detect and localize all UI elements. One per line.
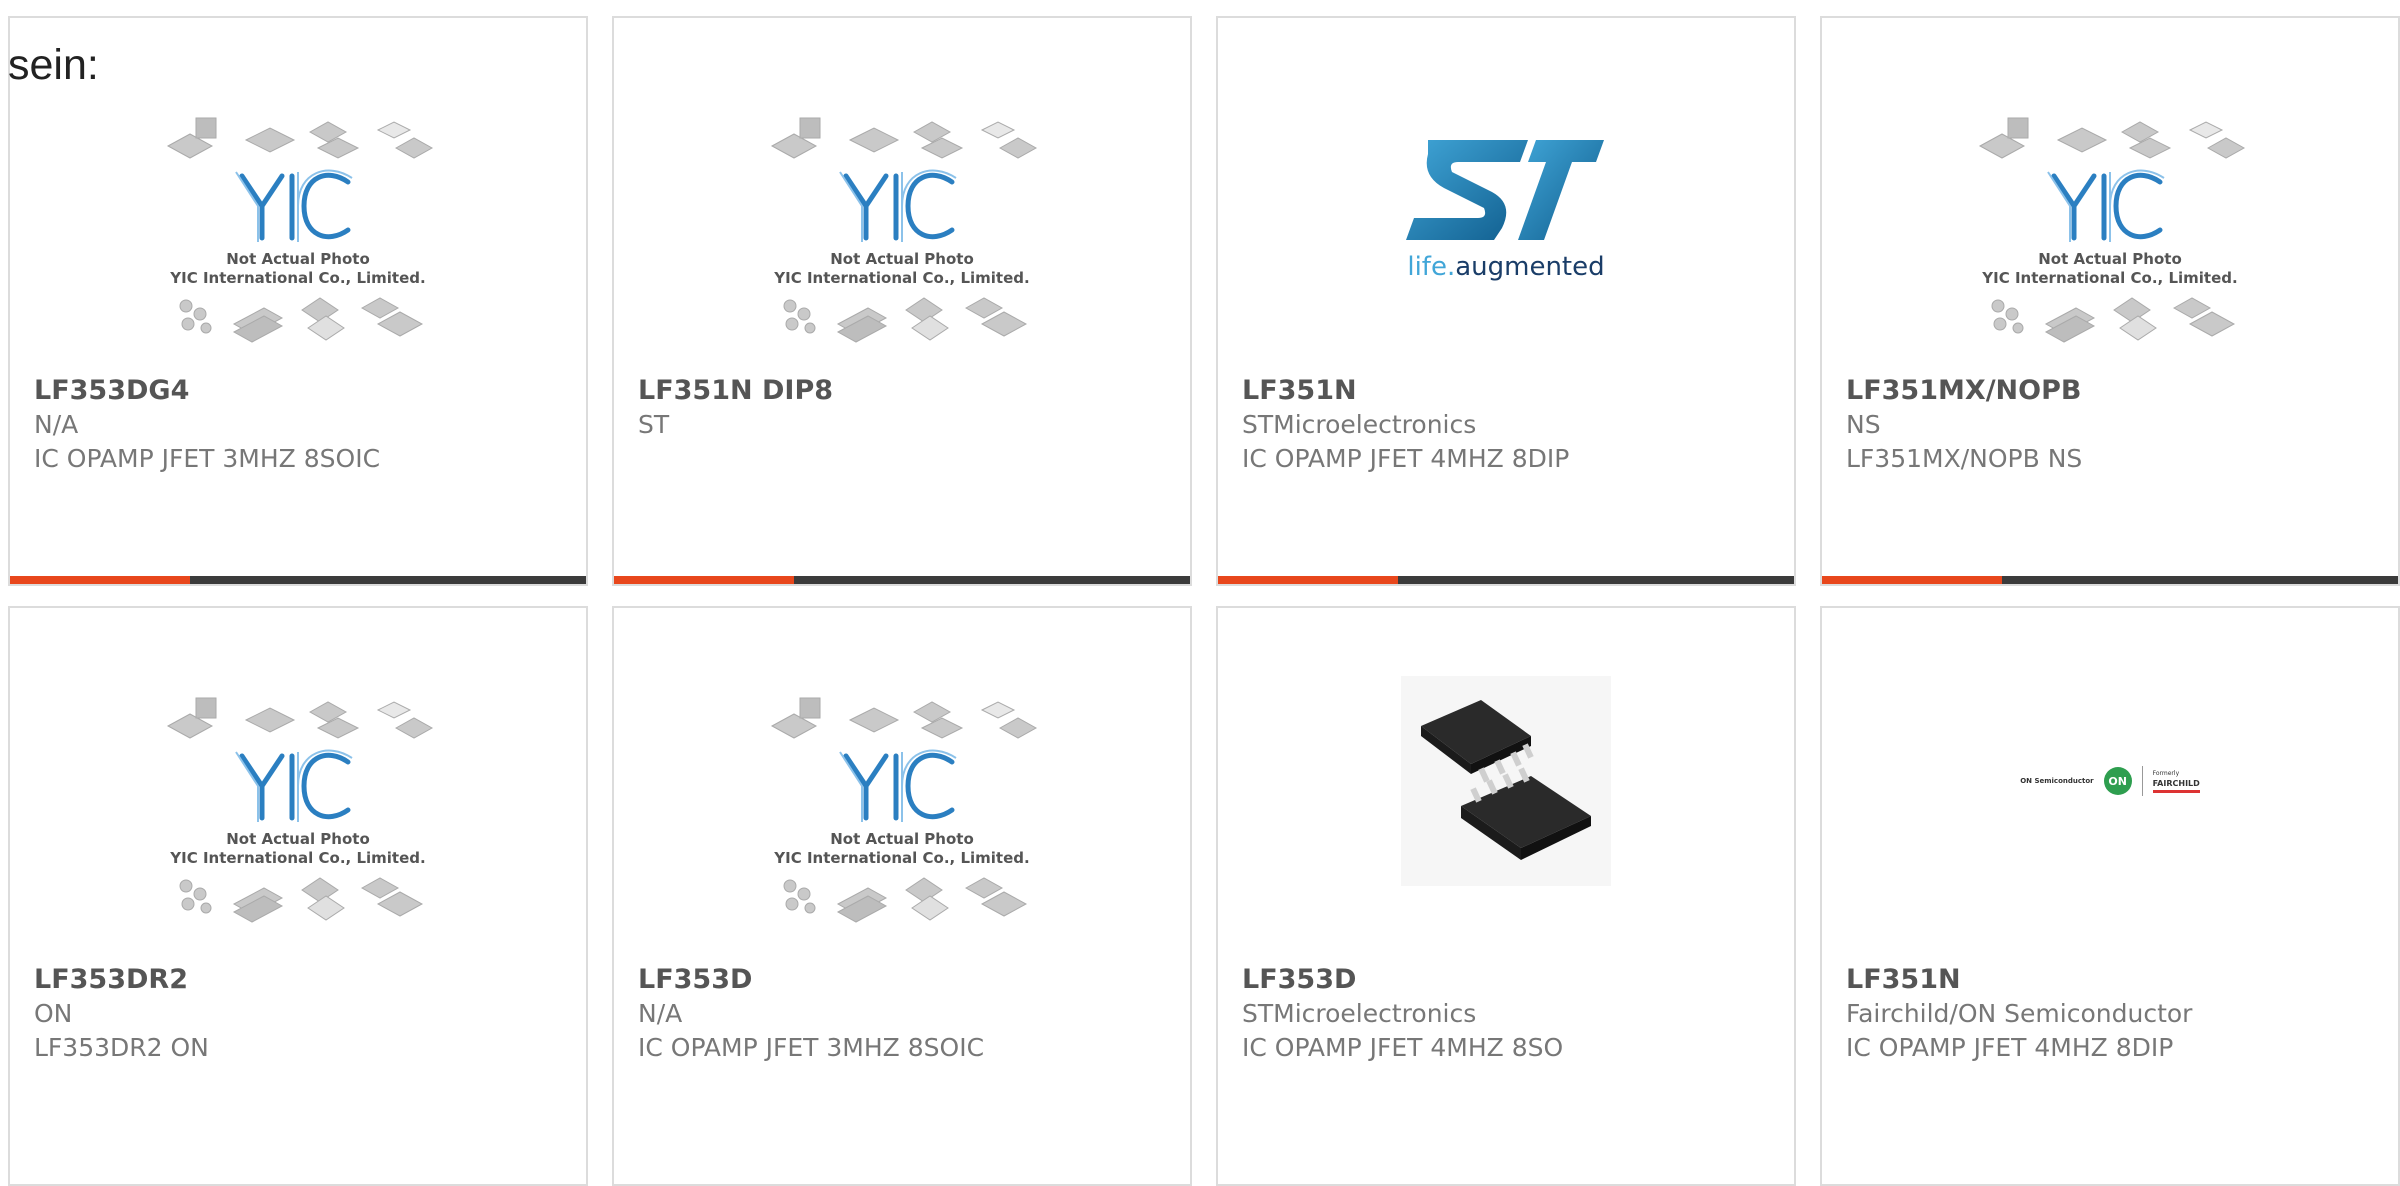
soic-chip-icon	[1421, 700, 1591, 860]
manufacturer-label: STMicroelectronics	[1242, 410, 1477, 439]
product-info: LF351N STMicroelectronics IC OPAMP JFET …	[1242, 374, 1784, 476]
st-tagline-augmented: augmented	[1455, 252, 1605, 282]
st-logo-icon	[1406, 140, 1604, 240]
product-image[interactable]: Not Actual Photo YIC International Co., …	[10, 688, 586, 932]
product-card[interactable]: ON Semiconductor ON Formerly FAIRCHILD L…	[1820, 606, 2400, 1186]
placeholder-caption: Not Actual Photo	[830, 830, 974, 848]
placeholder-image: Not Actual Photo YIC International Co., …	[762, 688, 1042, 932]
part-number-link[interactable]: LF351N	[1846, 963, 2388, 997]
product-card[interactable]: Not Actual Photo YIC International Co., …	[612, 606, 1192, 1186]
manufacturer-label: ST	[638, 410, 670, 439]
description-label: LF351MX/NOPB NS	[1846, 444, 2083, 473]
placeholder-image: Not Actual Photo YIC International Co., …	[158, 688, 438, 932]
manufacturer-label: ON	[34, 999, 73, 1028]
product-image[interactable]: ON Semiconductor ON Formerly FAIRCHILD	[1822, 676, 2398, 886]
card-accent-fill	[614, 576, 794, 584]
product-image[interactable]: Not Actual Photo YIC International Co., …	[614, 688, 1190, 932]
product-image[interactable]: Not Actual Photo YIC International Co., …	[614, 108, 1190, 352]
product-info: LF351N DIP8 ST	[638, 374, 1180, 442]
product-photo	[1401, 676, 1611, 886]
placeholder-company: YIC International Co., Limited.	[774, 849, 1030, 867]
section-heading: sein:	[8, 41, 99, 89]
placeholder-company: YIC International Co., Limited.	[170, 269, 426, 287]
card-accent-fill	[1218, 576, 1398, 584]
manufacturer-label: N/A	[34, 410, 79, 439]
placeholder-company: YIC International Co., Limited.	[774, 269, 1030, 287]
product-card[interactable]: life.augmented LF351N STMicroelectronics…	[1216, 16, 1796, 586]
placeholder-company: YIC International Co., Limited.	[1982, 269, 2238, 287]
yic-logo-icon	[1970, 108, 2250, 352]
placeholder-caption: Not Actual Photo	[2038, 250, 2182, 268]
yic-logo-icon	[158, 688, 438, 932]
product-info: LF351N Fairchild/ON Semiconductor IC OPA…	[1846, 963, 2388, 1065]
product-image[interactable]	[1218, 676, 1794, 886]
placeholder-image: Not Actual Photo YIC International Co., …	[1970, 108, 2250, 352]
on-logo-icon: ON	[2103, 767, 2132, 795]
card-accent-fill	[10, 576, 190, 584]
product-card[interactable]: Not Actual Photo YIC International Co., …	[8, 606, 588, 1186]
yic-logo-icon	[762, 108, 1042, 352]
part-number-link[interactable]: LF353DR2	[34, 963, 576, 997]
on-fairchild-logo: ON Semiconductor ON Formerly FAIRCHILD	[2020, 676, 2200, 886]
product-image[interactable]: life.augmented	[1218, 118, 1794, 292]
product-info: LF353DR2 ON LF353DR2 ON	[34, 963, 576, 1065]
product-info: LF353D STMicroelectronics IC OPAMP JFET …	[1242, 963, 1784, 1065]
manufacturer-label: Fairchild/ON Semiconductor	[1846, 999, 2193, 1028]
placeholder-caption: Not Actual Photo	[226, 830, 370, 848]
part-number-link[interactable]: LF353D	[638, 963, 1180, 997]
product-info: LF353DG4 N/A IC OPAMP JFET 3MHZ 8SOIC	[34, 374, 576, 476]
placeholder-image: Not Actual Photo YIC International Co., …	[762, 108, 1042, 352]
card-accent-bar	[614, 576, 1190, 584]
description-label: LF353DR2 ON	[34, 1033, 209, 1062]
description-label: IC OPAMP JFET 3MHZ 8SOIC	[34, 444, 381, 473]
placeholder-company: YIC International Co., Limited.	[170, 849, 426, 867]
placeholder-image: Not Actual Photo YIC International Co., …	[158, 108, 438, 352]
yic-logo-icon	[762, 688, 1042, 932]
product-info: LF351MX/NOPB NS LF351MX/NOPB NS	[1846, 374, 2388, 476]
st-logo: life.augmented	[1396, 132, 1616, 292]
part-number-link[interactable]: LF353DG4	[34, 374, 576, 408]
part-number-link[interactable]: LF351N	[1242, 374, 1784, 408]
product-card[interactable]: LF353D STMicroelectronics IC OPAMP JFET …	[1216, 606, 1796, 1186]
st-tagline-life: life	[1407, 252, 1447, 282]
card-accent-fill	[1822, 576, 2002, 584]
product-card[interactable]: Not Actual Photo YIC International Co., …	[612, 16, 1192, 586]
product-image[interactable]: Not Actual Photo YIC International Co., …	[10, 108, 586, 352]
product-image[interactable]: Not Actual Photo YIC International Co., …	[1822, 108, 2398, 352]
manufacturer-label: N/A	[638, 999, 683, 1028]
part-number-link[interactable]: LF351N DIP8	[638, 374, 1180, 408]
description-label: IC OPAMP JFET 4MHZ 8SO	[1242, 1033, 1564, 1062]
on-brand-text: ON Semiconductor	[2020, 777, 2094, 785]
formerly-label: Formerly	[2152, 770, 2180, 777]
description-label: IC OPAMP JFET 4MHZ 8DIP	[1846, 1033, 2174, 1062]
card-accent-bar	[1822, 576, 2398, 584]
fairchild-label: FAIRCHILD	[2152, 779, 2200, 793]
part-number-link[interactable]: LF353D	[1242, 963, 1784, 997]
yic-logo-icon	[158, 108, 438, 352]
card-accent-bar	[10, 576, 586, 584]
manufacturer-label: NS	[1846, 410, 1881, 439]
manufacturer-label: STMicroelectronics	[1242, 999, 1477, 1028]
description-label: IC OPAMP JFET 4MHZ 8DIP	[1242, 444, 1570, 473]
placeholder-caption: Not Actual Photo	[830, 250, 974, 268]
product-card[interactable]: Not Actual Photo YIC International Co., …	[1820, 16, 2400, 586]
description-label: IC OPAMP JFET 3MHZ 8SOIC	[638, 1033, 985, 1062]
part-number-link[interactable]: LF351MX/NOPB	[1846, 374, 2388, 408]
card-accent-bar	[1218, 576, 1794, 584]
product-card[interactable]: Not Actual Photo YIC International Co., …	[8, 16, 588, 586]
placeholder-caption: Not Actual Photo	[226, 250, 370, 268]
product-info: LF353D N/A IC OPAMP JFET 3MHZ 8SOIC	[638, 963, 1180, 1065]
